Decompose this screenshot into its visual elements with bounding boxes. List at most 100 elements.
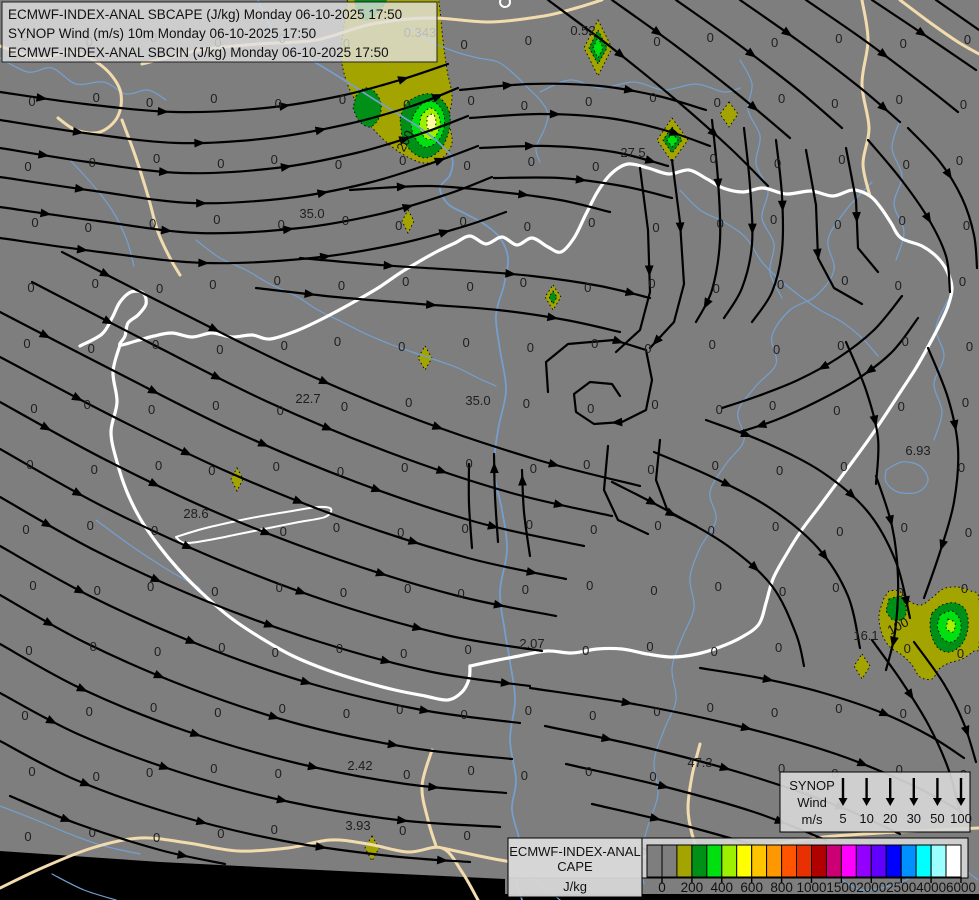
station-zero-value: 0 bbox=[93, 769, 100, 784]
station-zero-value: 0 bbox=[343, 706, 350, 721]
station-zero-value: 0 bbox=[899, 213, 906, 228]
station-zero-value: 0 bbox=[895, 278, 902, 293]
station-zero-value: 0 bbox=[457, 586, 464, 601]
cape-color-swatch bbox=[766, 844, 783, 878]
station-zero-value: 0 bbox=[342, 213, 349, 228]
station-zero-value: 0 bbox=[651, 397, 658, 412]
cape-scale-tick-label: 200 bbox=[681, 880, 704, 895]
station-zero-value: 0 bbox=[709, 337, 716, 352]
station-zero-value: 0 bbox=[149, 216, 156, 231]
station-zero-value: 0 bbox=[335, 157, 342, 172]
cape-color-swatch bbox=[870, 844, 887, 878]
station-zero-value: 0 bbox=[467, 93, 474, 108]
station-zero-value: 0 bbox=[460, 707, 467, 722]
station-zero-value: 0 bbox=[338, 278, 345, 293]
station-zero-value: 0 bbox=[528, 154, 535, 169]
cape-scale-tick-label: 800 bbox=[770, 880, 793, 895]
station-zero-value: 0 bbox=[707, 700, 714, 715]
station-zero-value: 0 bbox=[462, 335, 469, 350]
cape-scale-tick-label: 2500 bbox=[886, 880, 916, 895]
cape-color-swatch bbox=[885, 844, 902, 878]
station-zero-value: 0 bbox=[146, 765, 153, 780]
station-zero-value: 0 bbox=[340, 585, 347, 600]
station-zero-value: 0 bbox=[22, 522, 29, 537]
station-zero-value: 0 bbox=[209, 277, 216, 292]
cape-legend-title: ECMWF-INDEX-ANAL bbox=[509, 844, 640, 859]
station-value: 2.42 bbox=[347, 758, 372, 773]
station-zero-value: 0 bbox=[154, 644, 161, 659]
weather-map-canvas: 2001000 0 0 0 0 0 0 00 0 0 0 0 0 0 0 0 0 0 0 0 0 0 00 0 0 0 0 0 0 0 0 0… bbox=[0, 0, 979, 900]
station-zero-value: 0 bbox=[524, 219, 531, 234]
station-zero-value: 0 bbox=[279, 701, 286, 716]
station-zero-value: 0 bbox=[402, 274, 409, 289]
station-zero-value: 0 bbox=[957, 646, 964, 661]
station-zero-value: 0 bbox=[275, 96, 282, 111]
station-zero-value: 0 bbox=[838, 152, 845, 167]
station-value: 28.6 bbox=[183, 506, 208, 521]
station-zero-value: 0 bbox=[397, 525, 404, 540]
station-zero-value: 0 bbox=[646, 639, 653, 654]
station-value: 2.07 bbox=[519, 636, 544, 651]
station-zero-value: 0 bbox=[341, 399, 348, 414]
station-zero-value: 0 bbox=[89, 155, 96, 170]
station-zero-value: 0 bbox=[523, 396, 530, 411]
station-zero-value: 0 bbox=[31, 215, 38, 230]
wind-speed-label: 20 bbox=[883, 811, 897, 826]
station-zero-value: 0 bbox=[459, 214, 466, 229]
cape-scale-tick-label: 4000 bbox=[916, 880, 946, 895]
station-zero-value: 0 bbox=[835, 701, 842, 716]
station-zero-value: 0 bbox=[400, 646, 407, 661]
cape-color-swatch bbox=[751, 844, 768, 878]
station-zero-value: 0 bbox=[396, 702, 403, 717]
station-zero-value: 0 bbox=[403, 97, 410, 112]
station-zero-value: 0 bbox=[404, 581, 411, 596]
station-zero-value: 0 bbox=[398, 339, 405, 354]
station-zero-value: 0 bbox=[146, 95, 153, 110]
station-zero-value: 0 bbox=[707, 30, 714, 45]
station-value: 3.93 bbox=[345, 818, 370, 833]
station-zero-value: 0 bbox=[21, 708, 28, 723]
station-zero-value: 0 bbox=[272, 645, 279, 660]
station-zero-value: 0 bbox=[836, 524, 843, 539]
station-zero-value: 0 bbox=[966, 339, 973, 354]
cape-color-swatch bbox=[900, 844, 917, 878]
station-zero-value: 0 bbox=[841, 273, 848, 288]
cape-color-swatch bbox=[691, 844, 708, 878]
station-zero-value: 0 bbox=[465, 456, 472, 471]
header-title-line: ECMWF-INDEX-ANAL SBCAPE (J/kg) Monday 06… bbox=[8, 7, 402, 22]
station-zero-value: 0 bbox=[522, 582, 529, 597]
station-zero-value: 0 bbox=[586, 578, 593, 593]
station-zero-value: 0 bbox=[585, 764, 592, 779]
station-zero-value: 0 bbox=[28, 94, 35, 109]
station-zero-value: 0 bbox=[771, 35, 778, 50]
station-zero-value: 0 bbox=[904, 641, 911, 656]
station-zero-value: 0 bbox=[965, 525, 972, 540]
station-zero-value: 0 bbox=[897, 585, 904, 600]
station-zero-value: 0 bbox=[964, 32, 971, 47]
station-value: 22.7 bbox=[295, 391, 320, 406]
station-zero-value: 0 bbox=[525, 703, 532, 718]
cape-color-swatch bbox=[930, 844, 947, 878]
station-zero-value: 0 bbox=[88, 341, 95, 356]
cape-color-swatch bbox=[676, 844, 693, 878]
station-zero-value: 0 bbox=[584, 280, 591, 295]
station-zero-value: 0 bbox=[26, 457, 33, 472]
station-zero-value: 0 bbox=[708, 523, 715, 538]
header-title-line: SYNOP Wind (m/s) 10m Monday 06-10-2025 1… bbox=[8, 26, 316, 41]
station-zero-value: 0 bbox=[770, 212, 777, 227]
station-zero-value: 0 bbox=[28, 764, 35, 779]
station-zero-value: 0 bbox=[526, 517, 533, 532]
cape-legend-units: J/kg bbox=[563, 879, 587, 894]
station-zero-value: 0 bbox=[901, 520, 908, 535]
station-zero-value: 0 bbox=[86, 704, 93, 719]
station-zero-value: 0 bbox=[774, 156, 781, 171]
station-zero-value: 0 bbox=[403, 767, 410, 782]
station-zero-value: 0 bbox=[588, 215, 595, 230]
station-zero-value: 0 bbox=[153, 151, 160, 166]
station-zero-value: 0 bbox=[958, 460, 965, 475]
station-zero-value: 0 bbox=[647, 462, 654, 477]
wind-speed-label: 5 bbox=[839, 811, 846, 826]
station-zero-value: 0 bbox=[900, 706, 907, 721]
station-zero-value: 0 bbox=[336, 641, 343, 656]
station-zero-value: 0 bbox=[466, 279, 473, 294]
